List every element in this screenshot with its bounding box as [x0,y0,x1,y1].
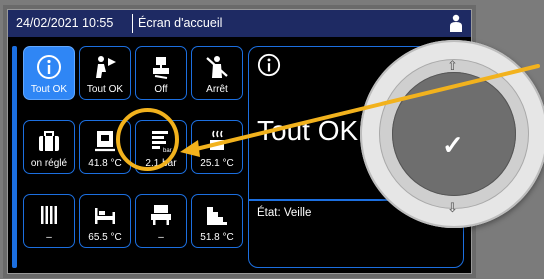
seat-icon [136,201,186,229]
tile-label: – [46,232,52,243]
tile-label: – [158,232,164,243]
person-off-icon [192,53,242,81]
arrow-down-icon[interactable]: ⇩ [447,200,458,216]
tile-65-5[interactable]: 65.5 °C [79,194,131,248]
state-text: État: Veille [257,207,312,219]
tile-label: Off [154,84,168,95]
person-fan-icon [80,53,130,81]
datetime: 24/02/2021 10:55 [16,16,114,30]
screen-title: Écran d'accueil [138,16,223,30]
hot-water-icon [136,53,186,81]
tile-label: 25.1 °C [200,158,234,169]
arrow-up-icon[interactable]: ⇧ [447,58,458,74]
tile-label: on réglé [30,158,68,169]
suitcase-icon [24,127,74,155]
info-icon [24,53,74,81]
info-icon[interactable] [257,53,281,82]
tile-label: 65.5 °C [88,232,122,243]
scroll-indicator[interactable] [12,46,17,268]
highlight-circle [116,108,179,171]
tile-tout-ok[interactable]: Tout OK [79,46,131,100]
tile-tout-ok-active[interactable]: Tout OK [23,46,75,100]
user-icon[interactable] [449,14,463,32]
tile-off[interactable]: Off [135,46,187,100]
confirm-check-icon[interactable]: ✓ [442,130,464,161]
tile-non-regle[interactable]: on réglé [23,120,75,174]
tile-label: Arrêt [206,84,228,95]
radiator-icon [24,201,74,229]
tile-label: Tout OK [86,84,124,95]
bed-icon [80,201,130,229]
tile-51-8[interactable]: 51.8 °C [191,194,243,248]
top-bar: 24/02/2021 10:55 Écran d'accueil [8,10,471,37]
tile-seat[interactable]: – [135,194,187,248]
tile-arret[interactable]: Arrêt [191,46,243,100]
tile-25-1[interactable]: 25.1 °C [191,120,243,174]
status-text: Tout OK [257,115,359,146]
tile-label: Tout OK [30,84,68,95]
tile-radiator[interactable]: – [23,194,75,248]
tile-label: 51.8 °C [200,232,234,243]
outdoor-temp-icon [192,127,242,155]
title-separator [132,14,133,33]
stairs-icon [192,201,242,229]
